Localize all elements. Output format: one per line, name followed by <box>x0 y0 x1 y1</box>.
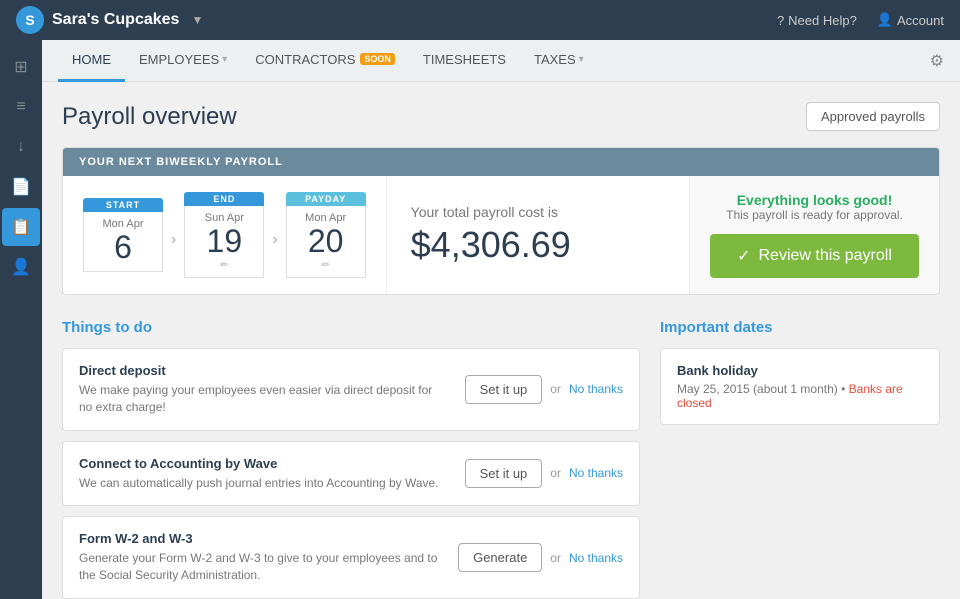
todo-item-accounting-wave: Connect to Accounting by Wave We can aut… <box>62 441 640 507</box>
important-dates-column: Important dates Bank holiday May 25, 201… <box>660 319 940 599</box>
taxes-dropdown-icon: ▾ <box>579 54 584 65</box>
start-date-box: START Mon Apr 6 <box>83 198 163 272</box>
tab-home[interactable]: HOME <box>58 40 125 82</box>
top-nav: S Sara's Cupcakes ▼ ? Need Help? 👤 Accou… <box>0 0 960 40</box>
end-payday-separator: › <box>272 231 277 249</box>
payroll-card-body: START Mon Apr 6 › END Sun Apr 19 <box>63 176 939 294</box>
direct-deposit-setup-button[interactable]: Set it up <box>465 375 543 404</box>
tab-taxes[interactable]: TAXES ▾ <box>520 40 598 82</box>
things-to-do-title: Things to do <box>62 319 640 336</box>
todo-item-form-w2: Form W-2 and W-3 Generate your Form W-2 … <box>62 516 640 599</box>
sidebar-icon-grid[interactable]: ⊞ <box>2 48 40 86</box>
payroll-action: Everything looks good! This payroll is r… <box>689 176 939 294</box>
todo-item-direct-deposit: Direct deposit We make paying your emplo… <box>62 348 640 431</box>
form-w2-generate-button[interactable]: Generate <box>458 543 542 572</box>
employees-dropdown-icon: ▾ <box>222 54 227 65</box>
form-w2-no-thanks-link[interactable]: No thanks <box>569 551 623 565</box>
app-dropdown-icon[interactable]: ▼ <box>191 13 203 27</box>
help-icon: ? <box>777 13 784 28</box>
settings-icon[interactable]: ⚙ <box>930 51 944 71</box>
payroll-dates: START Mon Apr 6 › END Sun Apr 19 <box>63 176 386 294</box>
top-nav-right: ? Need Help? 👤 Account <box>777 12 944 28</box>
accounting-no-thanks-link[interactable]: No thanks <box>569 466 623 480</box>
sub-nav: HOME EMPLOYEES ▾ CONTRACTORS SOON TIMESH… <box>42 40 960 82</box>
start-end-separator: › <box>171 231 176 249</box>
things-to-do-column: Things to do Direct deposit We make payi… <box>62 319 640 599</box>
soon-badge: SOON <box>360 53 395 65</box>
end-date-box: END Sun Apr 19 ✏ <box>184 192 264 277</box>
accounting-setup-button[interactable]: Set it up <box>465 459 543 488</box>
account-icon: 👤 <box>877 12 893 28</box>
payroll-card-header: YOUR NEXT BIWEEKLY PAYROLL <box>63 148 939 176</box>
app-name: Sara's Cupcakes <box>52 11 179 29</box>
sidebar-icon-list[interactable]: ≡ <box>2 88 40 126</box>
tab-employees[interactable]: EMPLOYEES ▾ <box>125 40 241 82</box>
important-dates-title: Important dates <box>660 319 940 336</box>
content-area: Payroll overview Approved payrolls YOUR … <box>42 82 960 599</box>
sidebar-icon-download[interactable]: ↓ <box>2 128 40 166</box>
approved-payrolls-button[interactable]: Approved payrolls <box>806 102 940 131</box>
checkmark-icon: ✓ <box>737 246 750 266</box>
logo-icon: S <box>16 6 44 34</box>
page-header: Payroll overview Approved payrolls <box>62 102 940 131</box>
sidebar-icon-clipboard[interactable]: 📋 <box>2 208 40 246</box>
tab-timesheets[interactable]: TIMESHEETS <box>409 40 520 82</box>
direct-deposit-no-thanks-link[interactable]: No thanks <box>569 382 623 396</box>
bank-holiday-item: Bank holiday May 25, 2015 (about 1 month… <box>660 348 940 425</box>
help-link[interactable]: ? Need Help? <box>777 13 857 28</box>
payday-date-box: PAYDAY Mon Apr 20 ✏ <box>286 192 366 277</box>
review-payroll-button[interactable]: ✓ Review this payroll <box>710 234 919 278</box>
tab-contractors[interactable]: CONTRACTORS SOON <box>241 40 409 82</box>
main-content: HOME EMPLOYEES ▾ CONTRACTORS SOON TIMESH… <box>42 40 960 599</box>
sidebar-icon-document[interactable]: 📄 <box>2 168 40 206</box>
sidebar: ⊞ ≡ ↓ 📄 📋 👤 <box>0 40 42 599</box>
payroll-card: YOUR NEXT BIWEEKLY PAYROLL START Mon Apr… <box>62 147 940 295</box>
sidebar-icon-people[interactable]: 👤 <box>2 248 40 286</box>
account-link[interactable]: 👤 Account <box>877 12 944 28</box>
page-title: Payroll overview <box>62 103 237 131</box>
app-logo[interactable]: S Sara's Cupcakes ▼ <box>16 6 777 34</box>
two-column-section: Things to do Direct deposit We make payi… <box>62 319 940 599</box>
payroll-total: Your total payroll cost is $4,306.69 <box>386 176 689 294</box>
